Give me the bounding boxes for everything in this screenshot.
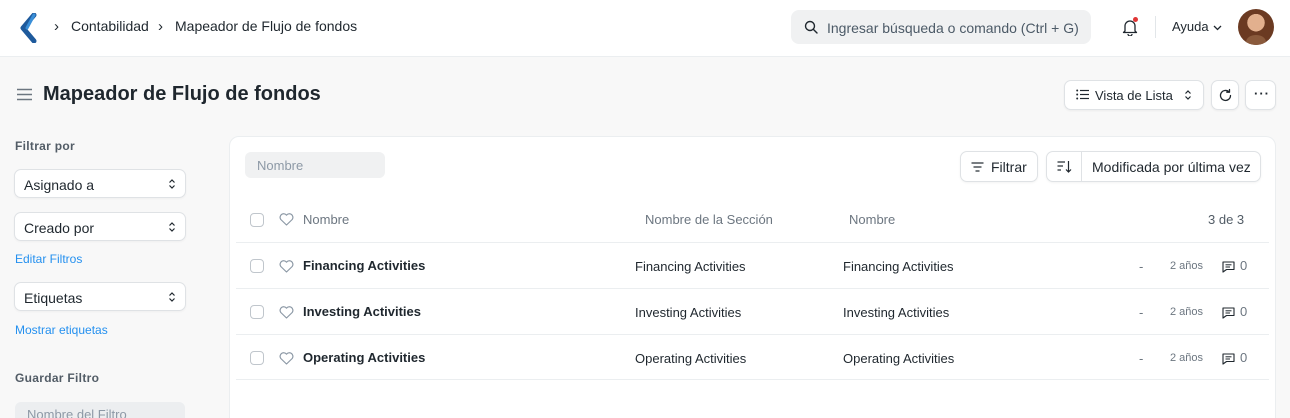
tags-select[interactable]: Etiquetas bbox=[14, 282, 186, 311]
filter-by-heading: Filtrar por bbox=[15, 139, 75, 153]
record-count: 3 de 3 bbox=[1208, 212, 1245, 227]
search-placeholder: Ingresar búsqueda o comando (Ctrl + G) bbox=[827, 20, 1079, 36]
heart-icon[interactable] bbox=[279, 213, 294, 226]
comment-icon bbox=[1222, 353, 1235, 365]
search-icon bbox=[804, 20, 818, 34]
more-options-button[interactable]: ··· bbox=[1245, 80, 1276, 110]
created-by-label: Creado por bbox=[24, 220, 95, 236]
frappe-logo-icon[interactable] bbox=[18, 13, 38, 43]
search-bar[interactable]: Ingresar búsqueda o comando (Ctrl + G) bbox=[791, 10, 1091, 44]
show-tags-link[interactable]: Mostrar etiquetas bbox=[15, 323, 108, 337]
row-name: Operating Activities bbox=[843, 351, 955, 366]
select-arrows-icon bbox=[169, 292, 175, 302]
select-all-checkbox[interactable] bbox=[250, 213, 264, 227]
comment-icon bbox=[1222, 261, 1235, 273]
select-arrows-icon bbox=[1185, 90, 1191, 100]
chevron-right-icon: › bbox=[54, 18, 59, 35]
chevron-right-icon: › bbox=[158, 18, 163, 35]
help-label: Ayuda bbox=[1172, 19, 1209, 34]
comment-icon bbox=[1222, 307, 1235, 319]
sort-by-button[interactable]: Modificada por última vez bbox=[1092, 159, 1251, 175]
row-section-name: Operating Activities bbox=[635, 351, 747, 366]
heart-icon[interactable] bbox=[279, 260, 294, 273]
row-modified-time: 2 años bbox=[1170, 260, 1204, 272]
ellipsis-icon: ··· bbox=[1254, 86, 1270, 101]
row-modified-time: 2 años bbox=[1170, 352, 1204, 364]
refresh-icon bbox=[1219, 88, 1232, 102]
chevron-down-icon bbox=[1213, 25, 1222, 30]
help-menu[interactable]: Ayuda bbox=[1172, 19, 1222, 34]
row-section-name: Investing Activities bbox=[635, 305, 742, 320]
column-header-section-name: Nombre de la Sección bbox=[645, 212, 773, 227]
assigned-to-label: Asignado a bbox=[24, 177, 95, 193]
save-filter-heading: Guardar Filtro bbox=[15, 371, 100, 385]
edit-filters-link[interactable]: Editar Filtros bbox=[15, 252, 82, 266]
navbar: › Contabilidad › Mapeador de Flujo de fo… bbox=[0, 0, 1290, 57]
user-avatar[interactable] bbox=[1238, 9, 1274, 45]
filter-button[interactable]: Filtrar bbox=[960, 151, 1038, 182]
filter-icon bbox=[971, 162, 984, 172]
row-checkbox[interactable] bbox=[250, 259, 264, 273]
row-section-name: Financing Activities bbox=[635, 259, 746, 274]
row-checkbox[interactable] bbox=[250, 351, 264, 365]
row-name: Financing Activities bbox=[843, 259, 954, 274]
breadcrumb-current[interactable]: Mapeador de Flujo de fondos bbox=[175, 18, 357, 34]
tags-label: Etiquetas bbox=[24, 290, 83, 306]
row-modified-time: 2 años bbox=[1170, 306, 1204, 318]
breadcrumb-contabilidad[interactable]: Contabilidad bbox=[71, 18, 149, 34]
heart-icon[interactable] bbox=[279, 306, 294, 319]
row-placeholder-dash: - bbox=[1139, 305, 1144, 320]
table-row[interactable]: Investing Activities Investing Activitie… bbox=[236, 288, 1269, 334]
row-checkbox[interactable] bbox=[250, 305, 264, 319]
view-switcher-label: Vista de Lista bbox=[1095, 88, 1173, 103]
row-placeholder-dash: - bbox=[1139, 259, 1144, 274]
sort-icon bbox=[1057, 161, 1072, 173]
notification-dot bbox=[1133, 17, 1138, 22]
row-title-link[interactable]: Operating Activities bbox=[303, 350, 425, 365]
navbar-divider bbox=[1155, 16, 1156, 38]
row-comment-count: 0 bbox=[1240, 304, 1248, 319]
name-filter-input[interactable]: Nombre bbox=[245, 152, 385, 178]
filter-name-input[interactable]: Nombre del Filtro bbox=[15, 402, 185, 418]
select-arrows-icon bbox=[169, 222, 175, 232]
list-header: Nombre Nombre de la Sección Nombre 3 de … bbox=[236, 203, 1269, 236]
sidebar-toggle-icon[interactable] bbox=[16, 88, 33, 101]
row-comment-count: 0 bbox=[1240, 258, 1248, 273]
filter-name-placeholder: Nombre del Filtro bbox=[27, 407, 127, 418]
heart-icon[interactable] bbox=[279, 352, 294, 365]
row-name: Investing Activities bbox=[843, 305, 950, 320]
refresh-button[interactable] bbox=[1211, 80, 1239, 110]
filter-button-label: Filtrar bbox=[991, 159, 1027, 175]
select-arrows-icon bbox=[169, 179, 175, 189]
row-title-link[interactable]: Financing Activities bbox=[303, 258, 425, 273]
created-by-select[interactable]: Creado por bbox=[14, 212, 186, 241]
table-row[interactable]: Operating Activities Operating Activitie… bbox=[236, 334, 1269, 380]
list-icon bbox=[1076, 89, 1089, 100]
column-header-name: Nombre bbox=[303, 212, 350, 227]
table-row[interactable]: Financing Activities Financing Activitie… bbox=[236, 242, 1269, 288]
row-title-link[interactable]: Investing Activities bbox=[303, 304, 421, 319]
column-header-name-2: Nombre bbox=[849, 212, 896, 227]
assigned-to-select[interactable]: Asignado a bbox=[14, 169, 186, 198]
view-switcher-button[interactable]: Vista de Lista bbox=[1064, 80, 1204, 110]
row-placeholder-dash: - bbox=[1139, 351, 1144, 366]
row-comment-count: 0 bbox=[1240, 350, 1248, 365]
sort-direction-button[interactable] bbox=[1047, 152, 1082, 181]
sort-selector: Modificada por última vez bbox=[1046, 151, 1261, 182]
page-title: Mapeador de Flujo de fondos bbox=[43, 83, 321, 105]
name-filter-placeholder: Nombre bbox=[257, 158, 304, 173]
